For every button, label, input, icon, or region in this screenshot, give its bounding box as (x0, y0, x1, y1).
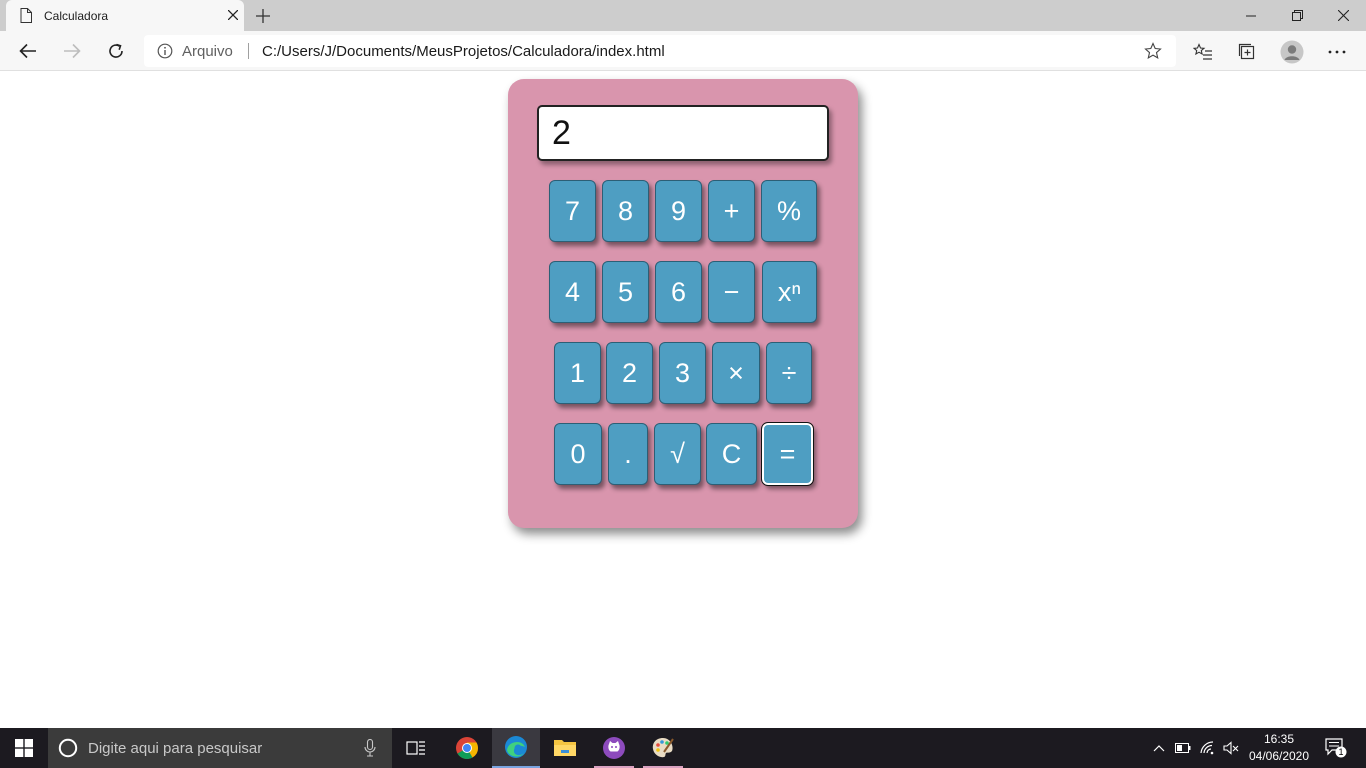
collections-icon[interactable] (1232, 37, 1262, 67)
tab-bar: Calculadora (0, 0, 1366, 31)
calculator: 2 7 8 9 + % 4 5 6 − xⁿ 1 2 3 × ÷ 0 . √ C… (508, 79, 858, 528)
key-7[interactable]: 7 (549, 180, 596, 242)
paint-app[interactable] (639, 728, 687, 768)
forward-button[interactable] (56, 35, 88, 67)
folder-icon (554, 740, 576, 756)
cortana-icon (58, 738, 78, 763)
favorites-icon[interactable] (1188, 37, 1218, 67)
taskbar-search[interactable]: Digite aqui para pesquisar (48, 728, 392, 768)
key-multiply[interactable]: × (712, 342, 760, 404)
key-6[interactable]: 6 (655, 261, 702, 323)
key-power[interactable]: xⁿ (762, 261, 817, 323)
key-3[interactable]: 3 (659, 342, 706, 404)
address-separator (248, 43, 249, 59)
github-desktop-app[interactable] (590, 728, 638, 768)
calculator-display[interactable]: 2 (537, 105, 829, 161)
volume-muted-icon[interactable] (1220, 728, 1242, 768)
github-desktop-icon (603, 737, 625, 759)
key-8[interactable]: 8 (602, 180, 649, 242)
key-minus[interactable]: − (708, 261, 755, 323)
key-equals[interactable]: = (761, 422, 814, 486)
key-9[interactable]: 9 (655, 180, 702, 242)
chevron-up-icon (1153, 745, 1165, 752)
notification-icon: 1 (1325, 738, 1347, 758)
chrome-icon (456, 737, 478, 759)
profile-avatar[interactable] (1277, 37, 1307, 67)
notification-count: 1 (1338, 747, 1343, 757)
refresh-button[interactable] (100, 35, 132, 67)
clock-time: 16:35 (1263, 732, 1295, 746)
address-bar[interactable]: Arquivo C:/Users/J/Documents/MeusProjeto… (144, 35, 1176, 67)
key-1[interactable]: 1 (554, 342, 601, 404)
key-0[interactable]: 0 (554, 423, 602, 485)
more-options-icon[interactable] (1322, 37, 1352, 67)
scheme-label: Arquivo (182, 43, 233, 60)
windows-icon (15, 739, 33, 757)
minimize-button[interactable] (1228, 0, 1274, 31)
back-button[interactable] (12, 35, 44, 67)
battery-icon[interactable] (1172, 728, 1194, 768)
key-sqrt[interactable]: √ (654, 423, 701, 485)
clock[interactable]: 16:35 04/06/2020 (1248, 731, 1310, 765)
show-hidden-icons[interactable] (1148, 728, 1170, 768)
new-tab-button[interactable] (252, 5, 274, 27)
paint-palette-icon (652, 738, 674, 758)
key-5[interactable]: 5 (602, 261, 649, 323)
favorite-star-icon[interactable] (1144, 42, 1162, 65)
key-clear[interactable]: C (706, 423, 757, 485)
chrome-app[interactable] (443, 728, 491, 768)
key-4[interactable]: 4 (549, 261, 596, 323)
browser-tab[interactable]: Calculadora (6, 0, 244, 31)
restore-button[interactable] (1274, 0, 1320, 31)
tab-title: Calculadora (44, 9, 109, 23)
start-button[interactable] (0, 728, 48, 768)
key-percent[interactable]: % (761, 180, 817, 242)
clock-date: 04/06/2020 (1248, 749, 1310, 763)
close-tab-icon[interactable] (224, 6, 242, 24)
browser-toolbar: Arquivo C:/Users/J/Documents/MeusProjeto… (0, 31, 1366, 71)
page-icon (20, 8, 32, 28)
taskbar: Digite aqui para pesquisar 16:35 04/06/2… (0, 728, 1366, 768)
edge-app[interactable] (492, 728, 540, 768)
key-divide[interactable]: ÷ (766, 342, 812, 404)
edge-icon (505, 736, 527, 758)
file-explorer-app[interactable] (541, 728, 589, 768)
notification-center-button[interactable]: 1 (1320, 728, 1352, 768)
key-decimal[interactable]: . (608, 423, 648, 485)
key-plus[interactable]: + (708, 180, 755, 242)
wifi-icon[interactable] (1196, 728, 1218, 768)
close-window-button[interactable] (1320, 0, 1366, 31)
task-view-icon (406, 741, 425, 755)
key-2[interactable]: 2 (606, 342, 653, 404)
task-view-button[interactable] (392, 728, 440, 768)
search-placeholder: Digite aqui para pesquisar (88, 740, 263, 757)
microphone-icon[interactable] (364, 738, 376, 762)
info-icon[interactable] (157, 43, 173, 64)
url-text[interactable]: C:/Users/J/Documents/MeusProjetos/Calcul… (262, 43, 665, 60)
